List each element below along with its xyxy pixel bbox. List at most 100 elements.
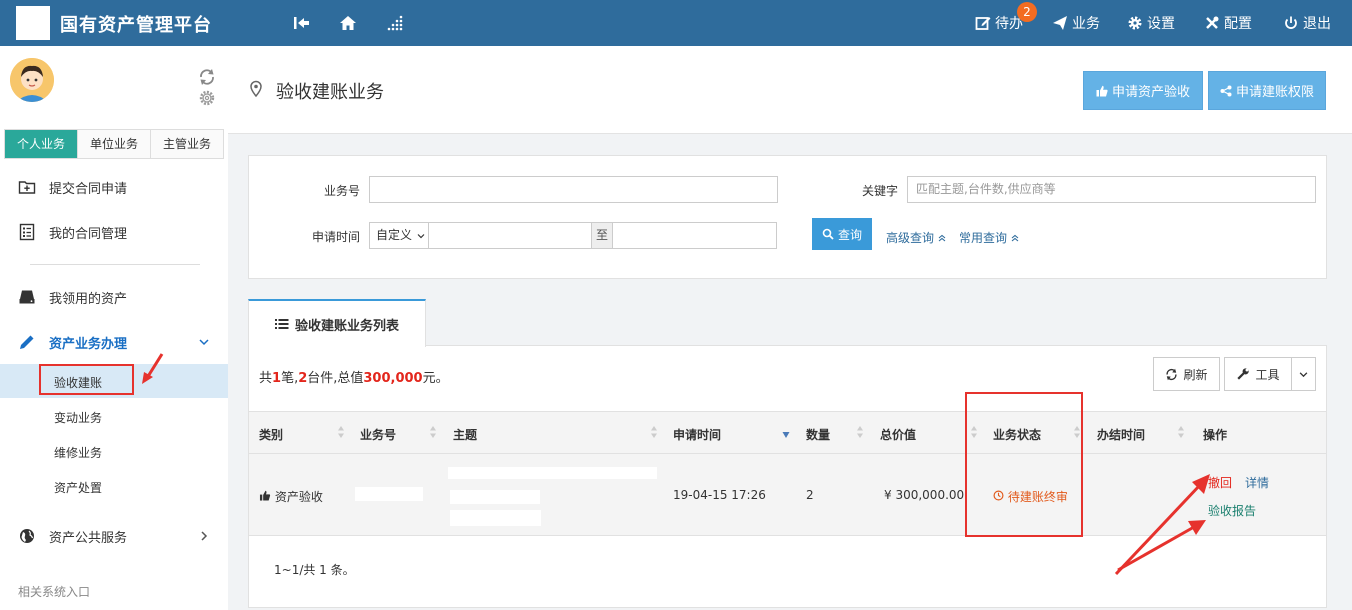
summary-text: 台件,总值 — [307, 371, 364, 386]
sidebar-subitem-label: 维修业务 — [54, 446, 103, 460]
tab-acceptance-list[interactable]: 验收建账业务列表 — [248, 299, 426, 347]
summary-text: 元。 — [422, 371, 449, 386]
nav-settings-label: 设置 — [1147, 16, 1175, 32]
col-subject[interactable]: 主题 — [453, 426, 477, 443]
time-start-input[interactable] — [428, 222, 592, 249]
tools-button-label: 工具 — [1255, 367, 1280, 382]
advanced-query-link[interactable]: 高级查询 — [886, 229, 946, 246]
keyword-input[interactable]: 匹配主题,台件数,供应商等 — [907, 176, 1316, 203]
sidebar-item-my-assets[interactable]: 我领用的资产 — [0, 277, 228, 317]
settings-gear-icon[interactable] — [198, 89, 216, 107]
pencil-icon — [20, 335, 34, 349]
pagination-info: 1~1/共 1 条。 — [274, 563, 355, 577]
top-bar: 国有资产管理平台 待办 2 业务 设置 配置 退出 — [0, 0, 1352, 46]
tab-personal[interactable]: 个人业务 — [5, 130, 78, 158]
grid-dots-icon[interactable] — [385, 13, 405, 33]
annotation-box — [39, 364, 134, 395]
nav-logout[interactable]: 退出 — [1283, 13, 1331, 33]
refresh-button[interactable]: 刷新 — [1153, 357, 1220, 391]
redacted-biz-no — [355, 487, 423, 501]
page-title: 验收建账业务 — [276, 82, 384, 103]
page-header: 验收建账业务 申请资产验收 申请建账权限 — [228, 46, 1352, 134]
sidebar-item-label: 资产公共服务 — [49, 530, 128, 546]
search-icon — [822, 228, 834, 240]
double-chevron-up-icon — [938, 234, 946, 242]
related-systems-label[interactable]: 相关系统入口 — [18, 583, 90, 600]
cell-category: 资产验收 — [259, 488, 323, 505]
cell-apply-time: 19-04-15 17:26 — [673, 488, 766, 502]
sidebar-item-asset-business[interactable]: 资产业务办理 — [0, 322, 228, 362]
sort-icon[interactable] — [650, 424, 658, 440]
query-button[interactable]: 查询 — [812, 218, 872, 250]
col-quantity[interactable]: 数量 — [806, 426, 830, 443]
drive-icon — [19, 290, 35, 304]
refresh-icon[interactable] — [198, 68, 216, 86]
sidebar-item-label: 提交合同申请 — [49, 181, 128, 197]
tab-supervisor[interactable]: 主管业务 — [151, 130, 223, 158]
annotation-arrow — [142, 353, 164, 384]
sidebar-subitem-change[interactable]: 变动业务 — [0, 399, 228, 433]
search-panel — [248, 155, 1327, 279]
double-chevron-up-icon — [1011, 234, 1019, 242]
col-category[interactable]: 类别 — [259, 426, 283, 443]
table-header: 类别 业务号 主题 申请时间 数量 总价值 业务状态 办结时间 操作 — [249, 411, 1326, 454]
avatar[interactable] — [10, 58, 54, 102]
sort-icon[interactable] — [337, 424, 345, 440]
redacted-subject — [448, 467, 657, 479]
col-biz-no[interactable]: 业务号 — [360, 426, 396, 443]
col-actions: 操作 — [1203, 428, 1228, 442]
sort-icon[interactable] — [1177, 424, 1185, 440]
tools-icon — [1206, 16, 1219, 29]
collapse-left-icon[interactable] — [291, 13, 311, 33]
advanced-query-label: 高级查询 — [886, 231, 935, 245]
sort-icon[interactable] — [856, 424, 864, 440]
list-doc-icon — [19, 223, 35, 241]
biz-no-input[interactable] — [369, 176, 778, 203]
col-total-value[interactable]: 总价值 — [880, 426, 916, 443]
avatar-icon — [10, 58, 54, 102]
time-to-label: 至 — [591, 222, 613, 249]
sidebar: 个人业务 单位业务 主管业务 提交合同申请 我的合同管理 我领用的资产 资产业务… — [0, 46, 228, 610]
sidebar-item-label: 我领用的资产 — [49, 291, 128, 307]
sidebar-item-label: 我的合同管理 — [49, 226, 128, 242]
sidebar-subitem-label: 资产处置 — [54, 481, 103, 495]
chevron-right-icon — [201, 531, 208, 541]
tab-unit[interactable]: 单位业务 — [78, 130, 151, 158]
sort-icon[interactable] — [429, 424, 437, 440]
tools-dropdown-toggle[interactable] — [1291, 357, 1316, 391]
sidebar-subitem-repair[interactable]: 维修业务 — [0, 434, 228, 468]
folder-plus-icon — [18, 181, 36, 194]
time-mode-select[interactable]: 自定义 — [369, 222, 429, 249]
query-button-label: 查询 — [837, 227, 862, 242]
thumbs-up-icon — [259, 490, 271, 501]
globe-icon — [20, 529, 34, 543]
refresh-icon — [1166, 368, 1178, 380]
nav-todo[interactable]: 待办 — [975, 13, 1023, 33]
sidebar-item-public-service[interactable]: 资产公共服务 — [0, 516, 228, 556]
redacted-subject — [450, 510, 541, 526]
sidebar-item-label: 资产业务办理 — [49, 336, 128, 352]
details-link[interactable]: 详情 — [1245, 474, 1269, 491]
col-finish-time[interactable]: 办结时间 — [1097, 426, 1145, 443]
apply-permission-button[interactable]: 申请建账权限 — [1208, 71, 1326, 110]
list-icon — [274, 319, 289, 329]
sort-desc-icon[interactable] — [782, 424, 790, 440]
apply-acceptance-button[interactable]: 申请资产验收 — [1083, 71, 1203, 110]
redacted-subject — [450, 490, 540, 504]
common-query-link[interactable]: 常用查询 — [959, 229, 1019, 246]
sidebar-item-my-contracts[interactable]: 我的合同管理 — [0, 212, 228, 252]
apply-permission-label: 申请建账权限 — [1235, 85, 1314, 100]
sidebar-subitem-disposal[interactable]: 资产处置 — [0, 469, 228, 503]
nav-settings[interactable]: 设置 — [1127, 13, 1175, 33]
cell-category-text: 资产验收 — [274, 490, 323, 504]
nav-business[interactable]: 业务 — [1052, 13, 1100, 33]
summary-value: 300,000 — [363, 371, 423, 386]
time-end-input[interactable] — [612, 222, 777, 249]
tools-button[interactable]: 工具 — [1224, 357, 1292, 391]
tab-acceptance-list-label: 验收建账业务列表 — [294, 318, 399, 334]
col-apply-time[interactable]: 申请时间 — [673, 426, 721, 443]
nav-config[interactable]: 配置 — [1204, 13, 1252, 33]
home-icon[interactable] — [338, 13, 358, 33]
biz-no-label: 业务号 — [323, 184, 360, 198]
sidebar-item-submit-contract[interactable]: 提交合同申请 — [0, 167, 228, 207]
